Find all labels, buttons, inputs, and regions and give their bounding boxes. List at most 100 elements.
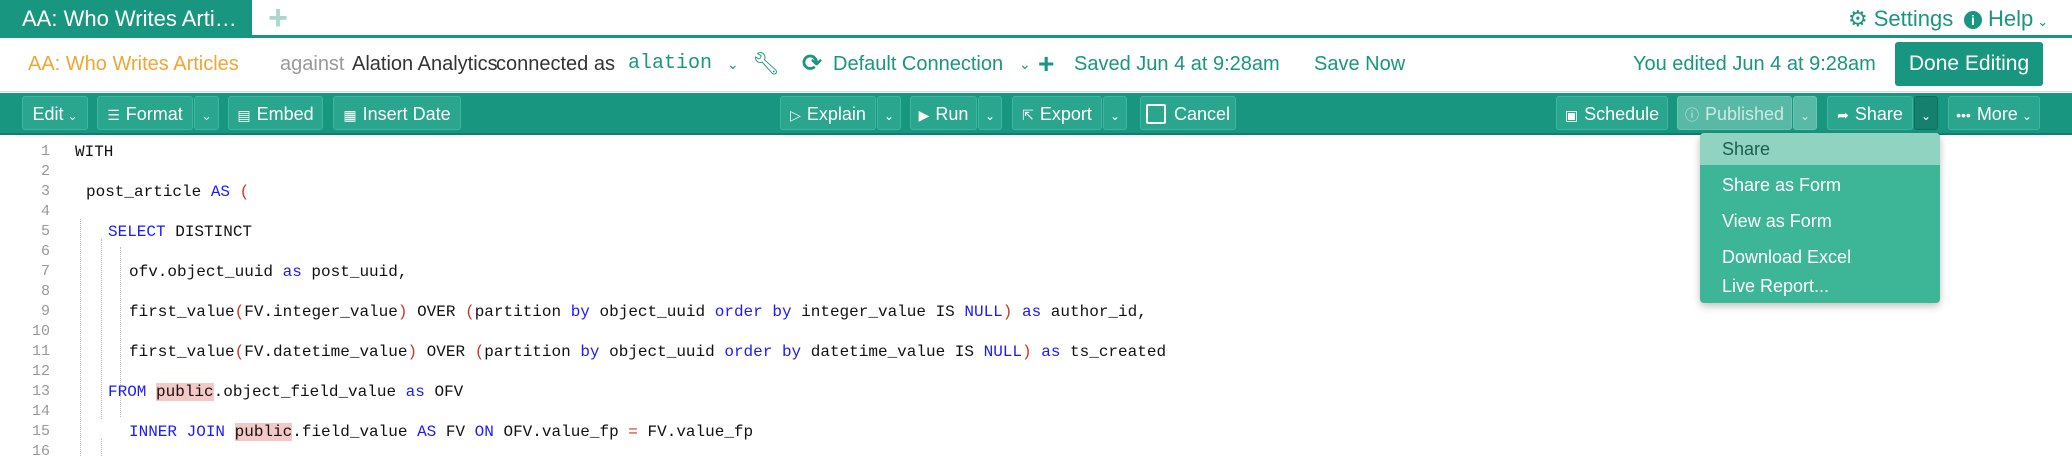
code-token: post_article [86,183,211,201]
code-token: FV [436,423,475,441]
settings-link[interactable]: ⚙ Settings [1848,0,1953,38]
chevron-down-icon: ⌄ [201,109,212,123]
code-token: ) [407,343,418,361]
schedule-button[interactable]: ▣ Schedule [1556,96,1668,130]
code-keyword: ON [474,423,494,441]
wrench-icon[interactable]: 🔧︎ [752,38,780,90]
chevron-down-icon[interactable]: ⌄ [727,38,739,90]
code-token: ( [234,303,245,321]
menu-item-share[interactable]: Share [1700,133,1940,165]
chevron-down-icon: ⌄ [1920,109,1932,123]
saved-status: Saved Jun 4 at 9:28am [1074,53,1280,75]
share-button[interactable]: ➦ Share [1827,96,1913,130]
explain-button[interactable]: ▷ Explain [780,96,876,130]
code-keyword: NULL [964,303,1003,321]
published-dropdown-button[interactable]: ⌄ [1793,96,1817,130]
line-number: 8 [40,283,50,300]
edit-menu-button[interactable]: Edit ⌄ [22,96,88,130]
code-token: author_id, [1041,303,1147,321]
code-keyword: AS [417,423,437,441]
code-keyword: as [282,263,302,281]
code-line: FROM public.object_field_value as OFV [108,382,463,402]
chevron-down-icon: ⌄ [883,109,895,123]
export-dropdown-button[interactable]: ⌄ [1103,96,1127,130]
code-token: datetime_value IS [801,343,984,361]
embed-label: Embed [256,104,314,124]
code-keyword: SELECT [108,223,166,241]
format-dropdown-button[interactable]: ⌄ [194,96,219,130]
chevron-down-icon: ⌄ [2021,109,2032,123]
code-keyword: order by [724,343,802,361]
connection-selector[interactable]: Default Connection [833,38,1003,90]
menu-item-view-as-form[interactable]: View as Form [1700,205,1940,237]
datasource-name[interactable]: Alation Analytics [352,38,498,90]
run-dropdown-button[interactable]: ⌄ [978,96,1002,130]
line-number: 15 [31,423,50,440]
code-keyword: NULL [983,343,1022,361]
chevron-down-icon[interactable]: ⌄ [1019,38,1031,90]
plus-icon[interactable]: + [263,1,293,36]
more-button[interactable]: ••• More ⌄ [1948,96,2040,130]
code-keyword: by [570,303,590,321]
menu-item-live-report[interactable]: Live Report... [1700,270,1940,302]
format-button[interactable]: ☰ Format [97,96,193,130]
cancel-button[interactable]: Cancel [1140,96,1236,130]
add-connection-icon[interactable]: + [1038,38,1054,90]
code-token: = [628,423,638,441]
code-line: ofv.object_uuid as post_uuid, [129,262,407,282]
line-number: 12 [31,363,50,380]
line-number: 3 [40,183,50,200]
code-token: first_value [129,343,235,361]
menu-item-share-as-form[interactable]: Share as Form [1700,169,1940,201]
connection-user[interactable]: alation [628,38,712,90]
code-token: WITH [75,143,114,161]
line-number: 16 [31,443,50,456]
export-label: Export [1039,104,1092,124]
code-token: OVER [417,343,475,361]
insert-date-button[interactable]: ▦ Insert Date [333,96,461,130]
code-line: first_value(FV.integer_value) OVER (part… [129,302,1147,322]
code-token: object_uuid [599,343,725,361]
run-label: Run [935,104,969,124]
explain-dropdown-button[interactable]: ⌄ [877,96,901,130]
save-now-link[interactable]: Save Now [1314,38,1405,90]
menu-item-download-excel[interactable]: Download Excel [1700,241,1940,273]
line-number: 7 [40,263,50,280]
run-button[interactable]: ▶ Run [910,96,977,130]
indent-guide [80,219,81,456]
code-keyword: by [580,343,600,361]
chevron-down-icon: ⌄ [1799,109,1811,123]
done-editing-button[interactable]: Done Editing [1895,42,2043,86]
share-dropdown-button[interactable]: ⌄ [1914,96,1938,130]
chevron-down-icon: ⌄ [1109,109,1121,123]
refresh-icon[interactable]: ⟳ [802,38,822,90]
line-number: 2 [40,163,50,180]
tab-bar: AA: Who Writes Arti… + ⚙ Settings i Help ⌄ [0,0,2072,38]
code-highlight: public [234,423,293,441]
help-link[interactable]: i Help ⌄ [1964,0,2048,38]
code-token: FV.integer_value [244,303,398,321]
export-button[interactable]: ⇱ Export [1012,96,1102,130]
cancel-label: Cancel [1173,104,1231,124]
line-number: 5 [40,223,50,240]
code-token: OVER [407,303,466,321]
tab-query[interactable]: AA: Who Writes Arti… [0,0,252,38]
published-label: Published [1704,104,1785,124]
settings-label: Settings [1873,6,1954,31]
edited-status: You edited Jun 4 at 9:28am [1633,53,1876,75]
format-label: Format [125,104,183,124]
explain-label: Explain [806,104,866,124]
edit-label: Edit [32,104,64,124]
published-icon: ⓘ [1684,107,1699,123]
code-token: ts_created [1060,343,1167,361]
info-circle-icon: i [1964,11,1982,29]
line-number: 9 [40,303,50,320]
embed-button[interactable]: ▤ Embed [228,96,323,130]
code-token: FV.value_fp [637,423,754,441]
published-button[interactable]: ⓘ Published [1677,96,1792,130]
query-title[interactable]: AA: Who Writes Articles [28,38,239,90]
